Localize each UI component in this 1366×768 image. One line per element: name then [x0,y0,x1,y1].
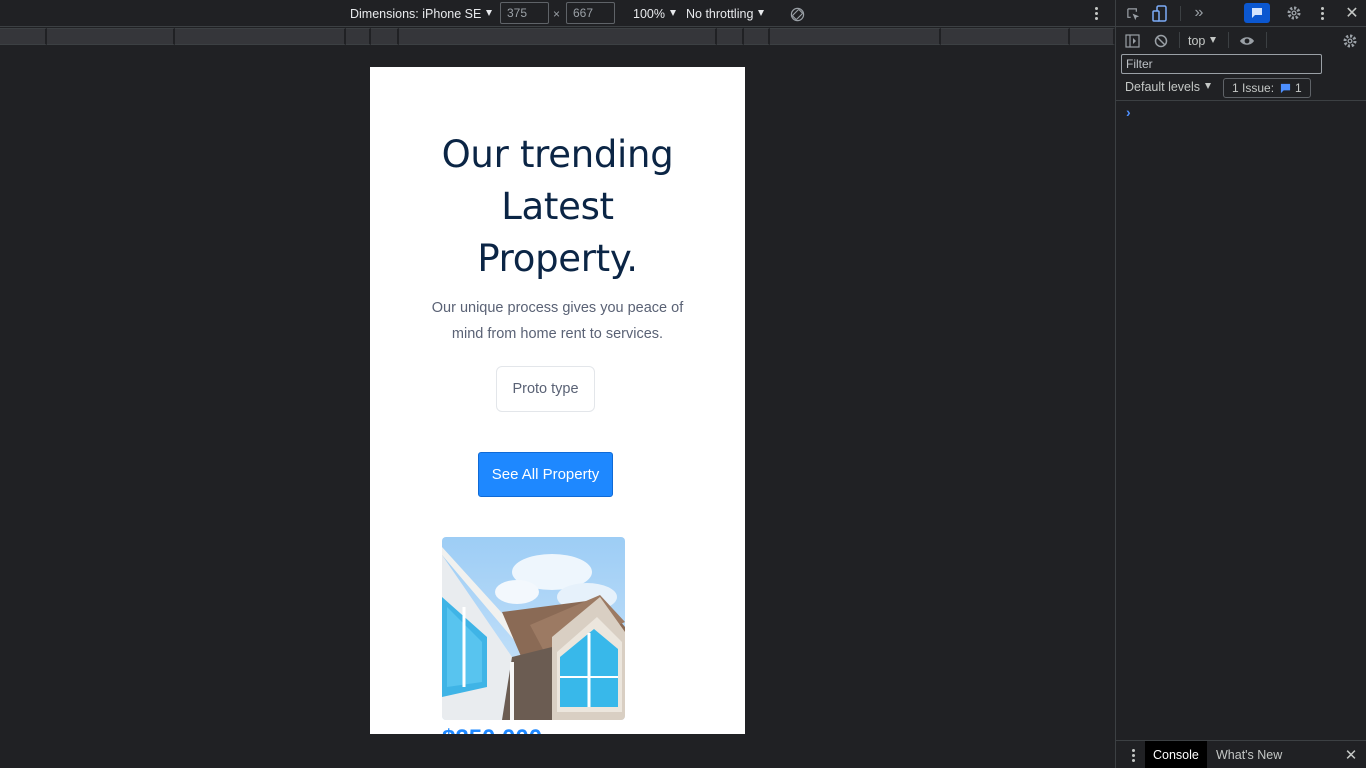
console-prompt[interactable]: › [1126,104,1131,120]
device-toggle-icon[interactable] [1151,4,1169,24]
rotate-icon[interactable] [788,5,806,23]
media-query-segment[interactable] [371,28,399,45]
issue-message-icon [1280,83,1291,93]
media-query-segment[interactable] [0,28,47,45]
context-select[interactable]: top [1188,27,1217,54]
caret-down-icon [1205,83,1212,89]
toolbar-divider [1228,32,1229,48]
times-symbol: × [553,7,561,21]
title-line: Latest [501,185,614,228]
more-tabs-icon[interactable]: » [1190,4,1208,22]
media-query-segment[interactable] [1070,28,1115,45]
console-settings-gear-icon[interactable] [1341,32,1359,50]
media-query-segment[interactable] [744,28,770,45]
devtools-drawer: Console What's New ✕ [1116,740,1366,768]
caret-down-icon [486,9,493,16]
media-query-segment[interactable] [346,28,371,45]
tab-console[interactable]: Console [1145,741,1207,768]
zoom-label: 100% [633,6,665,21]
property-price: $250,000 [442,725,542,734]
throttling-select[interactable]: No throttling [686,0,765,27]
devtools-panel: » ✕ top Filter Default levels 1 Issue: 1… [1115,0,1366,768]
sidebar-toggle-icon[interactable] [1124,33,1140,49]
throttling-label: No throttling [686,6,754,21]
more-options-icon[interactable] [1321,7,1324,22]
media-query-segment[interactable] [399,28,717,45]
page-title: Our trending Latest Property. [370,129,745,285]
media-query-segment[interactable] [770,28,941,45]
log-levels-select[interactable]: Default levels [1125,80,1212,94]
close-drawer-icon[interactable]: ✕ [1342,746,1360,764]
toolbar-divider [1179,32,1180,48]
title-line: Property. [477,237,638,280]
media-query-segment[interactable] [175,28,346,45]
height-input[interactable]: 667 [566,2,615,24]
caret-down-icon [758,9,765,16]
issues-count: 1 [1295,81,1302,95]
caret-down-icon [1210,36,1217,43]
close-devtools-icon[interactable]: ✕ [1343,4,1361,22]
width-input[interactable]: 375 [500,2,549,24]
media-query-segment[interactable] [47,28,175,45]
device-select[interactable]: Dimensions: iPhone SE [350,0,493,27]
title-line: Our trending [441,133,674,176]
issues-badge-icon[interactable] [1244,3,1270,23]
context-label: top [1188,33,1206,48]
tab-whats-new[interactable]: What's New [1208,741,1290,768]
media-query-segment[interactable] [717,28,744,45]
device-select-label: Dimensions: iPhone SE [350,6,482,21]
media-query-bar[interactable] [0,28,1115,45]
more-options-icon[interactable] [1095,7,1098,22]
media-query-segment[interactable] [941,28,1070,45]
console-toolbar: top Filter Default levels 1 Issue: 1 [1116,27,1366,101]
proto-type-button[interactable]: Proto type [496,366,595,412]
see-all-property-button[interactable]: See All Property [478,452,613,497]
live-expression-eye-icon[interactable] [1238,33,1256,49]
emulated-viewport: Our trending Latest Property. Our unique… [370,67,745,734]
device-toolbar: Dimensions: iPhone SE 375 × 667 100% No … [0,0,1115,27]
devtools-toolbar: » ✕ [1116,0,1366,27]
settings-gear-icon[interactable] [1285,4,1303,22]
log-levels-label: Default levels [1125,80,1201,94]
issues-label: 1 Issue: [1232,81,1275,95]
caret-down-icon [669,9,676,16]
toolbar-divider [1266,32,1267,48]
drawer-menu-icon[interactable] [1132,749,1135,764]
property-image[interactable] [442,537,625,720]
issues-counter-button[interactable]: 1 Issue: 1 [1223,78,1311,98]
console-filter-input[interactable]: Filter [1121,54,1322,74]
page-subtitle: Our unique process gives you peace of mi… [431,300,684,342]
zoom-select[interactable]: 100% [633,0,676,27]
toolbar-divider [1180,6,1181,21]
inspect-element-icon[interactable] [1124,5,1142,23]
clear-console-icon[interactable] [1153,33,1169,49]
